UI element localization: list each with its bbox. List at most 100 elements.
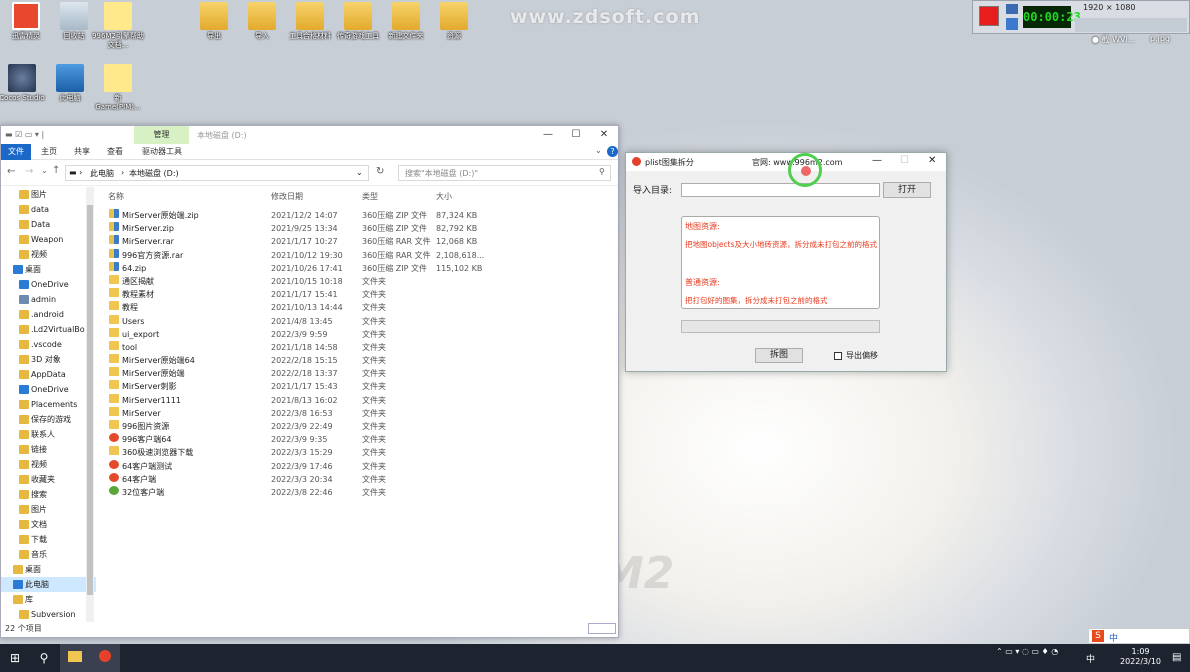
desktop-icon[interactable]: 此电脑: [44, 64, 96, 103]
nav-item[interactable]: OneDrive: [1, 382, 96, 397]
nav-item[interactable]: AppData: [1, 367, 96, 382]
file-row[interactable]: MirServer刺影 2021/1/17 15:43 文件夹: [105, 380, 505, 393]
desktop-icon[interactable]: 传奇游戏工具: [332, 2, 384, 41]
nav-item[interactable]: 收藏夹: [1, 472, 96, 487]
tab-home[interactable]: 主页: [41, 146, 57, 157]
address-dropdown-icon[interactable]: ⌄: [356, 168, 363, 177]
back-arrow-icon[interactable]: ←: [7, 166, 15, 177]
file-row[interactable]: 996客户端64 2022/3/9 9:35 文件夹: [105, 433, 505, 446]
nav-item[interactable]: 3D 对象: [1, 352, 96, 367]
col-size[interactable]: 大小: [436, 191, 452, 202]
file-row[interactable]: 64客户端测试 2022/3/9 17:46 文件夹: [105, 459, 505, 473]
tab-file[interactable]: 文件: [1, 144, 31, 160]
ime-lang[interactable]: 中: [1109, 631, 1118, 644]
nav-item[interactable]: 桌面: [1, 262, 96, 277]
search-input[interactable]: 搜索"本地磁盘 (D:)": [398, 165, 611, 181]
nav-item[interactable]: 保存的游戏: [1, 412, 96, 427]
nav-item[interactable]: OneDrive: [1, 277, 96, 292]
nav-item[interactable]: Subversion: [1, 607, 96, 622]
breadcrumb-this-pc[interactable]: 此电脑: [90, 168, 114, 179]
file-row[interactable]: MirServer.zip 2021/9/25 13:34 360压缩 ZIP 文件…: [105, 222, 505, 235]
close-button[interactable]: ✕: [590, 126, 618, 144]
nav-item[interactable]: .android: [1, 307, 96, 322]
nav-item[interactable]: Weapon: [1, 232, 96, 247]
clock[interactable]: 1:09 2022/3/10: [1120, 647, 1161, 667]
file-row[interactable]: 64客户端 2022/3/3 20:34 文件夹: [105, 472, 505, 486]
col-date[interactable]: 修改日期: [271, 191, 303, 202]
file-row[interactable]: MirServer1111 2021/8/13 16:02 文件夹: [105, 393, 505, 407]
dialog-minimize-button[interactable]: —: [872, 155, 882, 166]
forward-arrow-icon[interactable]: →: [25, 166, 33, 177]
tray-icons[interactable]: ⌃ ▭ ▾ ◌ ▭ ♦ ◔: [996, 647, 1058, 656]
nav-item[interactable]: 音乐: [1, 547, 96, 562]
recorder-tools[interactable]: [1075, 18, 1187, 32]
import-dir-input[interactable]: [681, 183, 880, 197]
tray-lang[interactable]: 中: [1086, 652, 1095, 665]
desktop-icon[interactable]: 工具合格材料: [284, 2, 336, 41]
up-arrow-icon[interactable]: ↑: [52, 165, 60, 176]
file-row[interactable]: MirServer.rar 2021/1/17 10:27 360压缩 RAR 文件…: [105, 235, 505, 248]
help-icon[interactable]: ?: [607, 146, 618, 157]
file-row[interactable]: 教程 2021/10/13 14:44 文件夹: [105, 301, 505, 314]
file-row[interactable]: 教程素材 2021/1/17 15:41 文件夹: [105, 288, 505, 301]
tab-share[interactable]: 共享: [74, 146, 90, 157]
nav-item[interactable]: 下载: [1, 532, 96, 547]
file-row[interactable]: MirServer原始端.zip 2021/12/2 14:07 360压缩 ZIP…: [105, 209, 505, 222]
desktop-icon[interactable]: 996M2引擎帮助文档...: [92, 2, 144, 50]
nav-item[interactable]: 搜索: [1, 487, 96, 502]
nav-item[interactable]: Data: [1, 217, 96, 232]
col-name[interactable]: 名称: [108, 191, 124, 202]
refresh-icon[interactable]: ↻: [376, 166, 384, 177]
file-row[interactable]: ui_export 2022/3/9 9:59 文件夹: [105, 327, 505, 341]
nav-item[interactable]: 图片: [1, 187, 96, 202]
quick-access-toolbar[interactable]: ▬ ☑ ▭ ▾ |: [5, 130, 59, 140]
nav-item[interactable]: 链接: [1, 442, 96, 457]
file-row[interactable]: 64.zip 2021/10/26 17:41 360压缩 ZIP 文件 115,10…: [105, 261, 505, 275]
recent-chevron-icon[interactable]: ⌄: [41, 166, 48, 175]
file-row[interactable]: tool 2021/1/18 14:58 文件夹: [105, 340, 505, 354]
maximize-button[interactable]: ☐: [562, 126, 590, 144]
export-offset-checkbox[interactable]: [834, 352, 842, 360]
start-windows-icon[interactable]: ⊞: [0, 644, 30, 672]
nav-item[interactable]: 联系人: [1, 427, 96, 442]
file-row[interactable]: 360极速浏览器下载 2022/3/3 15:29 文件夹: [105, 446, 505, 459]
desktop-icon[interactable]: 新Game(PIM)...: [92, 64, 144, 112]
file-row[interactable]: 通区揭献 2021/10/15 10:18 文件夹: [105, 274, 505, 288]
nav-item[interactable]: 此电脑: [1, 577, 96, 592]
search-icon[interactable]: ⚲: [29, 644, 59, 672]
nav-item[interactable]: 文档: [1, 517, 96, 532]
record-stop-button[interactable]: [979, 6, 999, 26]
tab-drive-tools[interactable]: 驱动器工具: [142, 146, 182, 157]
file-row[interactable]: 996官方资源.rar 2021/10/12 19:30 360压缩 RAR 文件 2…: [105, 248, 505, 262]
col-type[interactable]: 类型: [362, 191, 378, 202]
file-explorer-taskbar-icon[interactable]: [60, 644, 90, 672]
file-row[interactable]: 32位客户端 2022/3/8 22:46 文件夹: [105, 485, 505, 499]
file-row[interactable]: MirServer原始端64 2022/2/18 15:15 文件夹: [105, 354, 505, 367]
file-row[interactable]: MirServer 2022/3/8 16:53 文件夹: [105, 406, 505, 420]
camera-icon[interactable]: [1006, 4, 1018, 14]
plist-app-taskbar-icon[interactable]: [90, 644, 120, 672]
split-button[interactable]: 拆图: [755, 348, 803, 363]
chevron-down-icon[interactable]: ⌄: [595, 146, 602, 155]
dialog-maximize-button[interactable]: ☐: [900, 155, 909, 166]
file-row[interactable]: MirServer原始端 2022/2/18 13:37 文件夹: [105, 367, 505, 380]
nav-item[interactable]: 桌面: [1, 562, 96, 577]
desktop-icon[interactable]: 迅雷精灵: [0, 2, 52, 41]
nav-item[interactable]: Placements: [1, 397, 96, 412]
desktop-icon[interactable]: 新建文件夹: [380, 2, 432, 41]
view-toggle-buttons[interactable]: [588, 623, 616, 634]
nav-item[interactable]: 视频: [1, 247, 96, 262]
open-button[interactable]: 打开: [883, 182, 931, 198]
nav-item[interactable]: data: [1, 202, 96, 217]
desktop-icon[interactable]: 导出: [188, 2, 240, 41]
nav-item[interactable]: 视频: [1, 457, 96, 472]
file-row[interactable]: 996图片资源 2022/3/9 22:49 文件夹: [105, 420, 505, 433]
notification-icon[interactable]: ▤: [1172, 652, 1181, 663]
ime-toolbar[interactable]: S 中: [1088, 628, 1190, 644]
dialog-close-button[interactable]: ✕: [928, 155, 936, 166]
address-bar[interactable]: ▬ › 此电脑 › 本地磁盘 (D:) ⌄: [65, 165, 369, 181]
minimize-button[interactable]: —: [534, 126, 562, 144]
nav-scrollbar[interactable]: [86, 187, 94, 622]
desktop-icon[interactable]: 导入: [236, 2, 288, 41]
desktop-icon[interactable]: 资源: [428, 2, 480, 41]
